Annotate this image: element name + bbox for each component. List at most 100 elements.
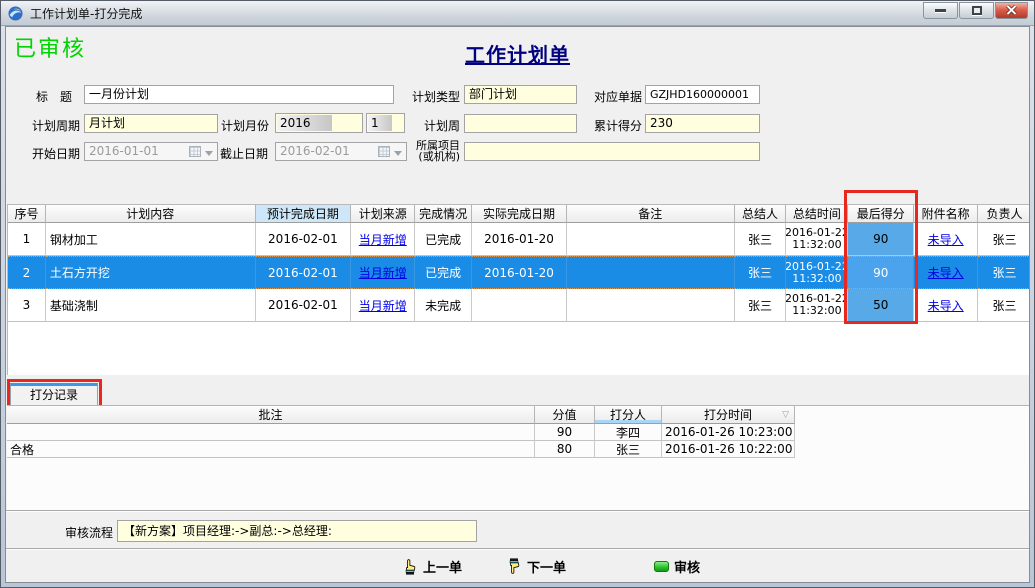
title-label: 标 题 <box>36 88 84 105</box>
col-header-source[interactable]: 计划来源 <box>351 205 415 223</box>
scoring-header-row: 批注 分值 打分人 打分时间 ▽ <box>7 406 795 424</box>
doc-no-field[interactable]: GZJHD160000001 <box>645 85 760 104</box>
page-title: 工作计划单 <box>6 39 1029 68</box>
cell-no: 3 <box>8 289 46 322</box>
calendar-icon <box>189 146 201 157</box>
summary-hms: 11:32:00 <box>792 305 841 317</box>
cell-comment: 合格 <box>7 441 535 458</box>
col-header-remark[interactable]: 备注 <box>567 205 735 223</box>
cell-summarizer: 张三 <box>735 223 787 256</box>
attachment-link[interactable]: 未导入 <box>928 231 964 248</box>
cell-owner: 张三 <box>978 256 1030 289</box>
plan-month-label: 计划月份 <box>213 117 269 134</box>
app-window: 工作计划单-打分完成 已审核 工作计划单 标 题 一月份计划 计划类型 部门计划… <box>0 0 1035 588</box>
sort-descending-icon[interactable]: ▽ <box>782 410 789 420</box>
col-header-owner[interactable]: 负责人 <box>978 205 1030 223</box>
project-label-line2: (或机构) <box>408 151 460 162</box>
cell-remark <box>567 289 735 322</box>
cell-status: 已完成 <box>415 223 472 256</box>
end-date-value: 2016-02-01 <box>280 144 350 158</box>
total-score-label: 累计得分 <box>588 117 642 134</box>
col-header-final-score[interactable]: 最后得分 <box>848 205 914 223</box>
start-date-value: 2016-01-01 <box>89 144 159 158</box>
maximize-icon <box>972 6 982 15</box>
total-score-field[interactable]: 230 <box>645 114 760 133</box>
cell-source: 当月新增 <box>351 256 415 289</box>
cell-remark <box>567 256 735 289</box>
col-header-status[interactable]: 完成情况 <box>415 205 472 223</box>
col-header-comment[interactable]: 批注 <box>7 406 535 424</box>
start-date-field[interactable]: 2016-01-01 <box>84 142 218 161</box>
start-date-label: 开始日期 <box>32 145 84 162</box>
cell-status: 已完成 <box>415 256 472 289</box>
cell-actual-date: 2016-01-20 <box>472 256 567 289</box>
cell-summary-time: 2016-01-22 11:32:00 <box>786 289 848 322</box>
audit-button[interactable]: 审核 <box>654 556 700 576</box>
plan-month-spinner[interactable]: 1 <box>366 113 405 133</box>
summary-hms: 11:32:00 <box>792 239 841 251</box>
scoring-grid: 批注 分值 打分人 打分时间 ▽ 90 李四 2016-01-26 10:23:… <box>7 406 795 458</box>
table-row-selected[interactable]: 2 土石方开挖 2016-02-01 当月新增 已完成 2016-01-20 张… <box>8 256 1030 289</box>
cell-no: 2 <box>8 256 46 289</box>
scoring-row[interactable]: 合格 80 张三 2016-01-26 10:22:00 <box>7 441 795 458</box>
cell-owner: 张三 <box>978 289 1030 322</box>
plan-type-field[interactable]: 部门计划 <box>464 85 577 104</box>
col-header-summarizer[interactable]: 总结人 <box>735 205 787 223</box>
end-date-field[interactable]: 2016-02-01 <box>275 142 407 161</box>
attachment-link[interactable]: 未导入 <box>928 297 964 314</box>
cell-source: 当月新增 <box>351 289 415 322</box>
previous-record-button[interactable]: 上一单 <box>402 556 462 576</box>
source-link[interactable]: 当月新增 <box>359 264 407 281</box>
doc-no-label: 对应单据 <box>588 88 642 105</box>
app-logo-icon <box>7 5 24 22</box>
cell-comment <box>7 424 535 441</box>
source-link[interactable]: 当月新增 <box>359 297 407 314</box>
col-header-no[interactable]: 序号 <box>8 205 46 223</box>
cell-expected-date: 2016-02-01 <box>256 223 352 256</box>
close-button[interactable] <box>995 2 1028 19</box>
plan-period-field[interactable]: 月计划 <box>84 114 218 133</box>
table-row[interactable]: 1 钢材加工 2016-02-01 当月新增 已完成 2016-01-20 张三… <box>8 223 1030 256</box>
col-header-summary-time[interactable]: 总结时间 <box>786 205 848 223</box>
col-header-scorer[interactable]: 打分人 <box>595 406 662 424</box>
col-header-content[interactable]: 计划内容 <box>46 205 256 223</box>
approval-flow-field[interactable]: 【新方案】项目经理:->副总:->总经理: <box>117 520 477 542</box>
cell-score-time: 2016-01-26 10:22:00 <box>662 441 795 458</box>
previous-record-label: 上一单 <box>423 557 462 576</box>
title-bar[interactable]: 工作计划单-打分完成 <box>1 1 1034 26</box>
table-row[interactable]: 3 基础浇制 2016-02-01 当月新增 未完成 张三 2016-01-22… <box>8 289 1030 322</box>
cell-summarizer: 张三 <box>735 289 787 322</box>
cell-attachment: 未导入 <box>914 256 978 289</box>
cell-actual-date <box>472 289 567 322</box>
col-header-score[interactable]: 分值 <box>535 406 595 424</box>
divider <box>6 510 1029 512</box>
cell-score-time: 2016-01-26 10:23:00 <box>662 424 795 441</box>
project-field[interactable] <box>464 142 760 161</box>
plan-week-field[interactable] <box>464 114 577 133</box>
col-header-expected-date[interactable]: 预计完成日期 <box>256 205 352 223</box>
cell-attachment: 未导入 <box>914 223 978 256</box>
attachment-link[interactable]: 未导入 <box>928 264 964 281</box>
cell-status: 未完成 <box>415 289 472 322</box>
scoring-row[interactable]: 90 李四 2016-01-26 10:23:00 <box>7 424 795 441</box>
minimize-button[interactable] <box>923 2 958 19</box>
col-header-score-time[interactable]: 打分时间 ▽ <box>662 406 795 424</box>
col-header-attachment[interactable]: 附件名称 <box>914 205 978 223</box>
tab-scoring-records[interactable]: 打分记录 <box>10 383 98 406</box>
end-date-label: 截止日期 <box>212 145 268 162</box>
cell-summary-time: 2016-01-22 11:32:00 <box>786 256 848 289</box>
hand-up-icon <box>402 558 418 575</box>
next-record-button[interactable]: 下一单 <box>506 556 566 576</box>
cell-scorer: 李四 <box>595 424 662 441</box>
window-title: 工作计划单-打分完成 <box>30 5 142 22</box>
plan-year-spinner[interactable]: 2016 <box>275 113 363 133</box>
chevron-down-icon[interactable] <box>394 151 402 156</box>
scoring-tab-page: 批注 分值 打分人 打分时间 ▽ 90 李四 2016-01-26 10:23:… <box>7 405 1030 510</box>
plan-type-label: 计划类型 <box>404 88 460 105</box>
source-link[interactable]: 当月新增 <box>359 231 407 248</box>
maximize-button[interactable] <box>959 2 994 19</box>
next-record-label: 下一单 <box>527 557 566 576</box>
grid-header-row: 序号 计划内容 预计完成日期 计划来源 完成情况 实际完成日期 备注 总结人 总… <box>8 205 1030 223</box>
col-header-actual-date[interactable]: 实际完成日期 <box>472 205 567 223</box>
title-field[interactable]: 一月份计划 <box>84 85 394 104</box>
